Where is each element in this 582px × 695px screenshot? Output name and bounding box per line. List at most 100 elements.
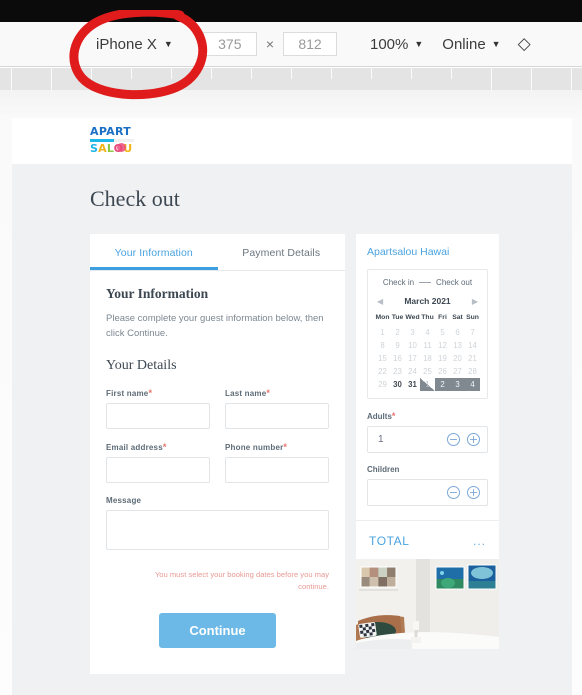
- total-row[interactable]: TOTAL ...: [356, 520, 499, 559]
- browser-top-strip: [0, 0, 582, 22]
- device-height-input[interactable]: [283, 32, 337, 56]
- calendar-day-3[interactable]: 3: [450, 378, 465, 391]
- calendar-day-2: 2: [395, 328, 400, 337]
- calendar-day-25: 25: [423, 367, 432, 376]
- calendar-day-23: 23: [393, 367, 402, 376]
- phone-label: Phone number*: [225, 442, 288, 452]
- throttling-selector[interactable]: Online ▼: [442, 36, 500, 53]
- phone-field: Phone number*: [225, 442, 329, 483]
- message-textarea[interactable]: [106, 510, 329, 550]
- calendar-day-4: 4: [425, 328, 430, 337]
- calendar-day-6: 6: [455, 328, 460, 337]
- calendar-day-12: 12: [438, 341, 447, 350]
- date-range-dash-icon: [419, 282, 432, 283]
- email-input[interactable]: [106, 457, 210, 483]
- weekday-thu: Thu: [421, 314, 434, 321]
- phone-input[interactable]: [225, 457, 329, 483]
- booking-summary-column: Apartsalou Hawai Check in Check out ◀ Ma…: [356, 234, 499, 649]
- device-selector[interactable]: iPhone X ▼: [96, 36, 173, 53]
- calendar-body: 1 2 3 4 5 6 7 8 9 10 11 12 13 14 15 16 17 18 19 20 21 22 23 24 2…: [375, 326, 480, 391]
- calendar-day-26: 26: [438, 367, 447, 376]
- check-in-label[interactable]: Check in: [383, 278, 414, 287]
- children-decrement-icon[interactable]: −: [447, 486, 460, 499]
- tab-your-information[interactable]: Your Information: [90, 234, 218, 270]
- zoom-level-label: 100%: [370, 35, 409, 53]
- calendar-day-14: 14: [468, 341, 477, 350]
- last-name-input[interactable]: [225, 403, 329, 429]
- adults-stepper: 1 − +: [367, 426, 488, 453]
- calendar-nav: ◀ March 2021 ▶: [375, 296, 480, 306]
- form-heading: Your Information: [106, 286, 209, 301]
- calendar-day-20: 20: [453, 354, 462, 363]
- adults-label: Adults*: [367, 411, 396, 421]
- your-details-heading: Your Details: [106, 358, 177, 373]
- calendar-day-10: 10: [408, 341, 417, 350]
- calendar-day-30[interactable]: 30: [390, 378, 405, 391]
- checkout-tabs: Your Information Payment Details: [90, 234, 345, 271]
- contact-row: Email address* Phone number*: [106, 442, 329, 483]
- emulated-viewport: APART SALOU Check out Your Information P…: [12, 118, 572, 695]
- calendar-day-2[interactable]: 2: [435, 378, 450, 391]
- apartsalou-logo[interactable]: APART SALOU: [90, 126, 136, 156]
- first-name-field: First name*: [106, 388, 210, 429]
- first-name-input[interactable]: [106, 403, 210, 429]
- calendar-week-row: 1 2 3 4 5 6 7: [375, 326, 480, 339]
- adults-value[interactable]: 1: [378, 434, 440, 445]
- calendar-week-row: 22 23 24 25 26 27 28: [375, 365, 480, 378]
- calendar-day-4[interactable]: 4: [465, 378, 480, 391]
- calendar-day-7: 7: [470, 328, 475, 337]
- device-selector-label: iPhone X: [96, 35, 157, 53]
- calendar-day-21: 21: [468, 354, 477, 363]
- calendar-weekday-row: Mon Tue Wed Thu Fri Sat Sun: [375, 313, 480, 326]
- next-month-icon[interactable]: ▶: [470, 297, 480, 306]
- adults-decrement-icon[interactable]: −: [447, 433, 460, 446]
- email-field: Email address*: [106, 442, 210, 483]
- total-value: ...: [472, 534, 486, 548]
- calendar-day-9: 9: [395, 341, 400, 350]
- adults-increment-icon[interactable]: +: [467, 433, 480, 446]
- last-name-label: Last name*: [225, 388, 271, 398]
- checkout-main-column: Your Information Payment Details Your In…: [90, 234, 345, 674]
- information-card: Your Information Payment Details Your In…: [90, 234, 345, 674]
- site-header: APART SALOU: [12, 118, 572, 164]
- children-increment-icon[interactable]: +: [467, 486, 480, 499]
- children-stepper: − +: [367, 479, 488, 506]
- calendar-day-31[interactable]: 31: [405, 378, 420, 391]
- message-label: Message: [106, 496, 142, 505]
- logo-accent-dot: [117, 143, 126, 152]
- viewport-ruler: [0, 68, 582, 90]
- zoom-selector[interactable]: 100% ▼: [370, 36, 423, 53]
- calendar-week-row: 29 30 31 1 2 3 4: [375, 378, 480, 391]
- property-name: Apartsalou Hawai: [367, 246, 450, 258]
- logo-apart-text: APART: [90, 125, 132, 138]
- weekday-sat: Sat: [452, 314, 463, 321]
- children-label: Children: [367, 465, 400, 474]
- rotate-icon[interactable]: ◇: [518, 34, 531, 54]
- check-out-label[interactable]: Check out: [436, 278, 472, 287]
- calendar-day-1: 1: [380, 328, 385, 337]
- prev-month-icon[interactable]: ◀: [375, 297, 385, 306]
- calendar-day-17: 17: [408, 354, 417, 363]
- logo-salou-text: SALOU: [90, 142, 133, 155]
- form-lead-text: Please complete your guest information b…: [106, 313, 324, 339]
- calendar-day-19: 19: [438, 354, 447, 363]
- device-width-input[interactable]: [202, 32, 257, 56]
- calendar-day-28: 28: [468, 367, 477, 376]
- page-body: Check out Your Information Payment Detai…: [12, 164, 572, 674]
- calendar-day-1[interactable]: 1: [420, 378, 435, 391]
- calendar-month-label: March 2021: [404, 296, 451, 306]
- chevron-down-icon: ▼: [414, 38, 424, 49]
- booking-summary-card: Apartsalou Hawai Check in Check out ◀ Ma…: [356, 234, 499, 520]
- last-name-field: Last name*: [225, 388, 329, 429]
- calendar-day-3: 3: [410, 328, 415, 337]
- calendar-week-row: 8 9 10 11 12 13 14: [375, 339, 480, 352]
- total-label: TOTAL: [369, 534, 410, 548]
- continue-button-wrap: Continue: [106, 613, 329, 648]
- date-picker-header: Check in Check out: [375, 278, 480, 287]
- throttling-label: Online: [442, 35, 486, 53]
- tab-payment-details[interactable]: Payment Details: [218, 234, 346, 270]
- continue-button[interactable]: Continue: [159, 613, 276, 648]
- calendar-day-13: 13: [453, 341, 462, 350]
- calendar-day-18: 18: [423, 354, 432, 363]
- calendar-day-8: 8: [380, 341, 385, 350]
